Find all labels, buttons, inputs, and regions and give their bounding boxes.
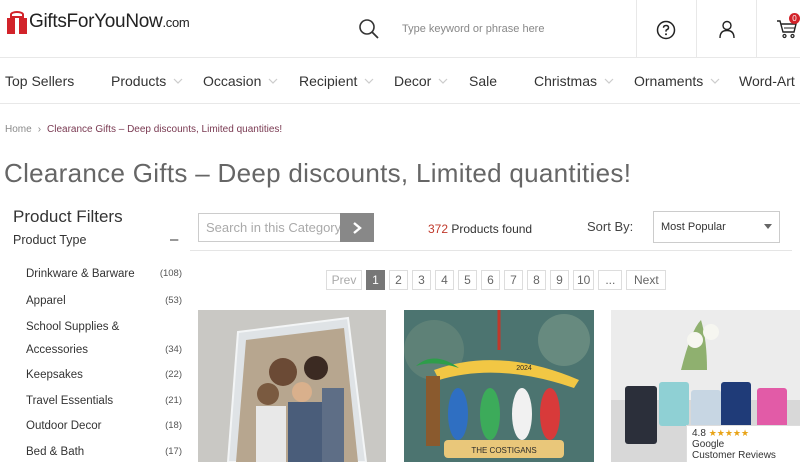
pagination-page[interactable]: 1 [366,270,385,290]
nav-item-word-art[interactable]: Word-Art [739,73,795,89]
category-search-field [198,213,340,242]
breadcrumb-home-link[interactable]: Home [5,124,32,135]
nav-item-products[interactable]: Products [111,73,184,89]
sort-select[interactable]: Most Popular [653,211,780,243]
nav-item-decor[interactable]: Decor [394,73,449,89]
chevron-down-icon [710,78,720,84]
nav-item-ornaments[interactable]: Ornaments [634,73,721,89]
category-search-input[interactable] [199,214,340,241]
pagination-ellipsis: ... [598,270,623,290]
product-type-filter-list: Drinkware & Barware (108) Apparel (53) Sch… [26,263,182,462]
search-icon[interactable] [358,18,380,40]
pagination-page[interactable]: 7 [504,270,523,290]
chevron-down-icon [364,78,374,84]
products-count: 372 [428,222,449,236]
chevron-down-icon [438,78,448,84]
product-image-flip-flop-ornament[interactable]: THE COSTIGANS 2024 [404,310,594,462]
filter-item[interactable]: Drinkware & Barware (108) [26,263,182,286]
pagination-page[interactable]: 9 [550,270,569,290]
star-rating-icon: ★★★★★ [708,428,750,438]
gift-logo-icon [6,10,28,34]
pagination-next[interactable]: Next [626,270,667,290]
breadcrumb-current[interactable]: Clearance Gifts – Deep discounts, Limite… [47,124,282,135]
cart-count-badge: 0 [789,13,800,24]
logo-text: GiftsForYouNow.com [29,11,190,32]
filter-item[interactable]: School Supplies & Accessories (34) [26,316,182,361]
help-icon[interactable] [656,20,676,40]
header-divider [756,0,757,58]
sort-label: Sort By: [587,219,634,234]
filter-item[interactable]: Bed & Bath (17) [26,441,182,462]
google-reviews-badge[interactable]: 4.8 ★★★★★ Google Customer Reviews [686,425,800,462]
pagination-page[interactable]: 6 [481,270,500,290]
breadcrumb: Home › Clearance Gifts – Deep discounts,… [5,124,282,135]
header-divider [696,0,697,58]
filter-item[interactable]: Outdoor Decor (18) [26,415,182,438]
nav-item-top-sellers[interactable]: Top Sellers [5,73,74,89]
site-logo[interactable]: GiftsForYouNow.com [6,10,190,34]
caret-down-icon [764,224,772,229]
pagination-page[interactable]: 8 [527,270,546,290]
header-search-input[interactable]: Type keyword or phrase here [402,23,544,35]
customer-reviews-label: Customer Reviews [692,450,776,461]
divider [190,250,792,251]
chevron-down-icon [604,78,614,84]
nav-item-christmas[interactable]: Christmas [534,73,615,89]
pagination-page[interactable]: 5 [458,270,477,290]
pagination-page[interactable]: 2 [389,270,408,290]
pagination-page[interactable]: 10 [573,270,595,290]
page-title: Clearance Gifts – Deep discounts, Limite… [4,158,632,188]
nav-item-occasion[interactable]: Occasion [203,73,279,89]
product-type-filter-header[interactable]: Product Type [13,233,181,247]
site-header: GiftsForYouNow.com Type keyword or phras… [0,0,800,58]
chevron-right-icon [353,221,362,234]
filter-item[interactable]: Apparel (53) [26,290,182,313]
header-divider [636,0,637,58]
ornament-name-text: THE COSTIGANS [471,446,536,455]
user-icon[interactable] [717,19,737,39]
nav-item-sale[interactable]: Sale [469,73,497,89]
pagination-prev[interactable]: Prev [326,270,362,290]
nav-item-recipient[interactable]: Recipient [299,73,375,89]
filter-item[interactable]: Travel Essentials (21) [26,390,182,413]
pagination: Prev 1 2 3 4 5 6 7 8 9 10 ... Next [326,270,667,290]
chevron-down-icon [268,78,278,84]
google-brand: Google [692,439,725,450]
filter-item[interactable]: Keepsakes (22) [26,364,182,387]
category-search-button[interactable] [340,213,374,242]
breadcrumb-separator-icon: › [37,124,42,135]
collapse-toggle-icon[interactable]: – [170,231,178,248]
products-found: 372 Products found [428,222,533,236]
ornament-year-text: 2024 [516,365,532,372]
main-nav: Top Sellers Products Occasion Recipient … [0,58,800,104]
pagination-page[interactable]: 3 [412,270,431,290]
chevron-down-icon [173,78,183,84]
review-rating: 4.8 [692,428,706,439]
pagination-page[interactable]: 4 [435,270,454,290]
product-image-photo-block[interactable] [198,310,386,462]
filters-title: Product Filters [13,207,123,226]
